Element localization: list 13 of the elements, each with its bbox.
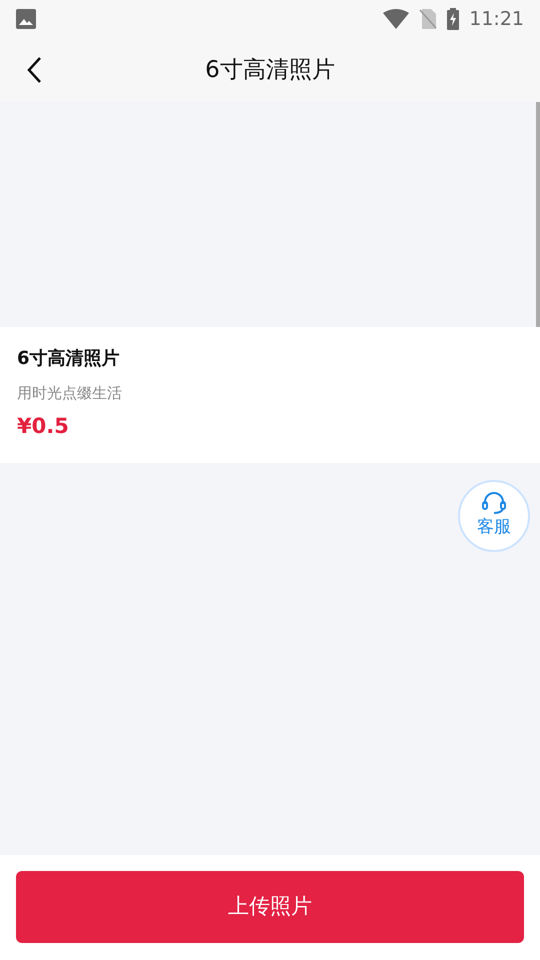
upload-button[interactable]: 上传照片 <box>16 871 524 943</box>
product-subtitle: 用时光点缀生活 <box>17 383 122 404</box>
wifi-icon <box>383 9 410 29</box>
back-icon <box>26 56 42 84</box>
battery-charging-icon <box>447 8 460 30</box>
page-title: 6寸高清照片 <box>205 56 335 85</box>
product-price: ¥0.5 <box>17 412 69 440</box>
product-name: 6寸高清照片 <box>17 347 120 371</box>
image-icon <box>16 9 36 29</box>
headset-icon <box>481 491 507 516</box>
status-time: 11:21 <box>469 6 524 32</box>
customer-service-button[interactable]: 客服 <box>458 480 530 552</box>
no-sim-icon <box>419 9 438 29</box>
